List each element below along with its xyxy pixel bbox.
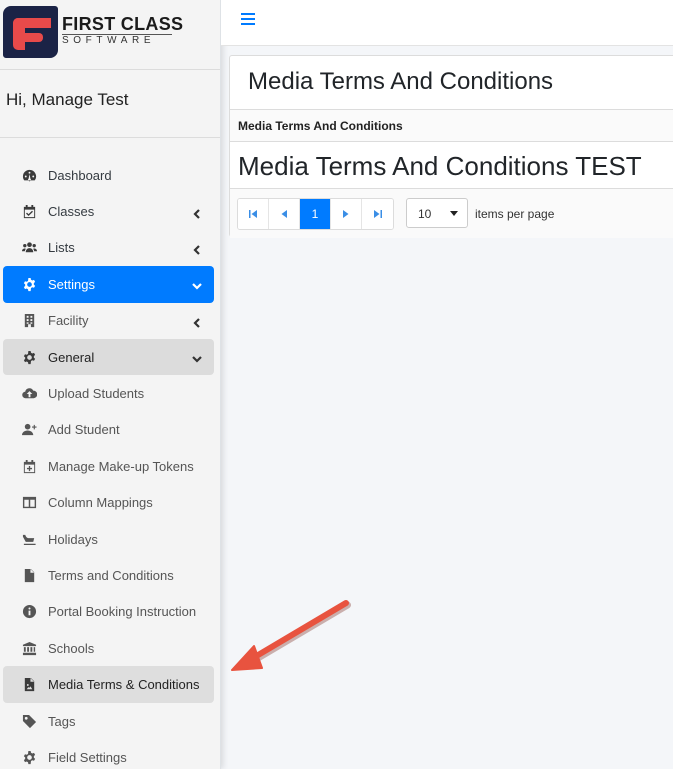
caret-down-icon <box>450 211 458 216</box>
chevron-left-icon <box>192 243 202 255</box>
grid-cell[interactable]: Media Terms And Conditions TEST <box>238 151 642 182</box>
brand-logo[interactable]: FIRST CLASS SOFTWARE <box>0 0 220 70</box>
items-per-page-label: items per page <box>475 207 555 221</box>
brand-name: FIRST CLASS <box>62 14 184 34</box>
sidebar-item-portal-booking[interactable]: Portal Booking Instruction <box>3 594 214 630</box>
file-image-icon <box>20 676 38 694</box>
sidebar-item-terms[interactable]: Terms and Conditions <box>3 557 214 593</box>
sidebar-item-label: Lists <box>48 240 75 256</box>
next-page-button[interactable] <box>331 199 362 229</box>
sidebar-item-label: Portal Booking Instruction <box>48 604 197 620</box>
columns-icon <box>20 494 38 512</box>
brand-tagline: SOFTWARE <box>62 35 156 46</box>
sidebar-item-add-student[interactable]: Add Student <box>3 412 214 448</box>
sidebar-item-general[interactable]: General <box>3 338 214 376</box>
sidebar-item-label: Dashboard <box>48 167 112 183</box>
sidebar-item-label: Tags <box>48 713 76 729</box>
chevron-down-icon <box>192 352 202 363</box>
cloud-upload-icon <box>20 385 38 403</box>
user-plus-icon <box>20 421 38 439</box>
gear-icon <box>20 275 38 293</box>
sleigh-icon <box>20 530 38 548</box>
first-page-icon <box>249 210 257 218</box>
sidebar-item-label: Add Student <box>48 422 120 438</box>
grid-column-header[interactable]: Media Terms And Conditions <box>230 110 673 142</box>
sidebar-item-label: Schools <box>48 640 95 656</box>
user-greeting: Hi, Manage Test <box>0 70 220 138</box>
sidebar: FIRST CLASS SOFTWARE Hi, Manage Test Das… <box>0 0 221 769</box>
calendar-plus-icon <box>20 457 38 475</box>
sidebar-item-manage-tokens[interactable]: Manage Make-up Tokens <box>3 448 214 484</box>
gear-icon <box>20 348 38 366</box>
file-icon <box>20 566 38 584</box>
chevron-left-icon <box>192 316 202 328</box>
page-size-select[interactable]: 10 <box>406 198 468 228</box>
sidebar-item-label: Upload Students <box>48 386 145 402</box>
page-size-value: 10 <box>418 207 432 221</box>
sidebar-item-classes[interactable]: Classes <box>3 193 214 229</box>
sidebar-item-settings[interactable]: Settings <box>3 266 214 303</box>
sidebar-item-tags[interactable]: Tags <box>3 703 214 739</box>
sidebar-item-label: Facility <box>48 313 89 329</box>
tag-icon <box>20 712 38 730</box>
dashboard-icon <box>20 166 38 184</box>
previous-page-icon <box>281 210 287 218</box>
users-icon <box>20 239 38 257</box>
university-icon <box>20 639 38 657</box>
next-page-icon <box>343 210 349 218</box>
gear-icon <box>20 748 38 766</box>
page-number-button[interactable]: 1 <box>300 199 331 229</box>
sidebar-item-label: Settings <box>48 276 95 292</box>
sidebar-item-holidays[interactable]: Holidays <box>3 521 214 557</box>
chevron-down-icon <box>192 279 202 290</box>
sidebar-item-upload-students[interactable]: Upload Students <box>3 375 214 411</box>
building-icon <box>20 312 38 330</box>
grid-pager: 1 10 items per page <box>230 188 673 238</box>
sidebar-item-facility[interactable]: Facility <box>3 303 214 339</box>
sidebar-item-label: General <box>48 349 95 365</box>
first-page-button[interactable] <box>238 199 269 229</box>
sidebar-item-media-terms[interactable]: Media Terms & Conditions <box>3 666 214 703</box>
sidebar-item-label: Column Mappings <box>48 495 153 511</box>
pager-buttons: 1 <box>237 198 394 230</box>
sidebar-item-dashboard[interactable]: Dashboard <box>3 157 214 193</box>
page-title: Media Terms And Conditions <box>248 68 554 95</box>
sidebar-nav: Dashboard Classes Lists Settings Facilit… <box>0 157 220 769</box>
previous-page-button[interactable] <box>269 199 300 229</box>
sidebar-item-column-mappings[interactable]: Column Mappings <box>3 485 214 521</box>
top-navbar <box>221 0 673 46</box>
sidebar-item-label: Holidays <box>48 531 98 547</box>
sidebar-item-label: Manage Make-up Tokens <box>48 458 194 474</box>
sidebar-item-schools[interactable]: Schools <box>3 630 214 666</box>
sidebar-item-field-settings[interactable]: Field Settings <box>3 739 214 769</box>
last-page-button[interactable] <box>362 199 393 229</box>
last-page-icon <box>373 210 382 218</box>
sidebar-item-label: Terms and Conditions <box>48 567 174 583</box>
content-card: Media Terms And Conditions Media Terms A… <box>229 55 673 238</box>
calendar-check-icon <box>20 203 38 221</box>
sidebar-item-lists[interactable]: Lists <box>3 230 214 266</box>
chevron-left-icon <box>192 207 202 219</box>
hamburger-menu-icon[interactable] <box>241 13 255 25</box>
logo-icon <box>3 6 58 58</box>
column-header-label: Media Terms And Conditions <box>238 119 403 133</box>
sidebar-item-label: Media Terms & Conditions <box>48 677 200 693</box>
sidebar-item-label: Classes <box>48 204 95 220</box>
sidebar-item-label: Field Settings <box>48 749 127 765</box>
info-circle-icon <box>20 603 38 621</box>
